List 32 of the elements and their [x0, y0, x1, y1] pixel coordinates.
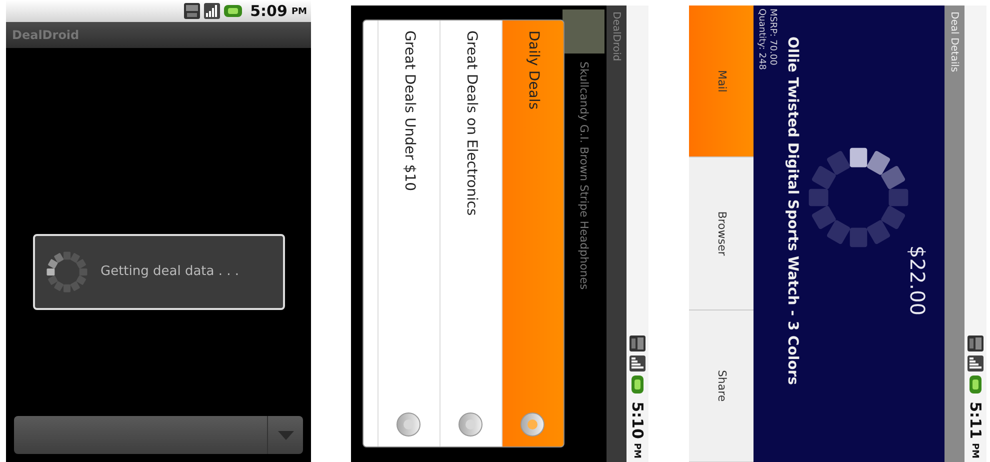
- app-title: DealDroid: [12, 27, 80, 44]
- dialog-message: Getting deal data . . .: [100, 263, 240, 282]
- msrp-label: MSRP: 70.00: [766, 8, 778, 68]
- status-ampm: PM: [968, 442, 981, 458]
- action-button[interactable]: Share: [689, 310, 754, 462]
- status-ampm: PM: [291, 6, 307, 19]
- battery-icon: [630, 376, 646, 394]
- status-time: 5:10: [628, 402, 648, 439]
- signal-icon: [968, 356, 984, 372]
- product-name: Ollie Twisted Digital Sports Watch - 3 Colors: [784, 36, 802, 387]
- action-button[interactable]: Browser: [689, 158, 754, 310]
- radio-button[interactable]: [397, 412, 421, 436]
- signal-icon: [630, 356, 646, 372]
- battery-icon: [968, 376, 984, 394]
- dropdown-field[interactable]: [14, 416, 303, 454]
- loading-spinner-icon: [44, 250, 88, 294]
- status-time: 5:11: [966, 402, 986, 439]
- radio-button[interactable]: [459, 412, 483, 436]
- dropdown-caret-icon: [278, 430, 294, 440]
- signal-icon: [204, 3, 220, 19]
- quantity-label: Quantity: 248: [756, 8, 766, 72]
- app-title: DealDroid: [610, 12, 623, 62]
- status-time: 5:09: [250, 0, 288, 22]
- deal-price: $22.00: [904, 246, 930, 316]
- list-item-title: Skullcandy G.I. Brown Stripe Headphones: [576, 62, 592, 290]
- screen-title: Deal Details: [948, 12, 961, 72]
- product-thumbnail: [562, 10, 604, 54]
- action-button[interactable]: Mail: [689, 6, 754, 158]
- status-ampm: PM: [630, 442, 643, 458]
- dialog-option[interactable]: Daily Deals: [502, 22, 564, 446]
- radio-button[interactable]: [521, 412, 545, 436]
- battery-icon: [224, 3, 242, 19]
